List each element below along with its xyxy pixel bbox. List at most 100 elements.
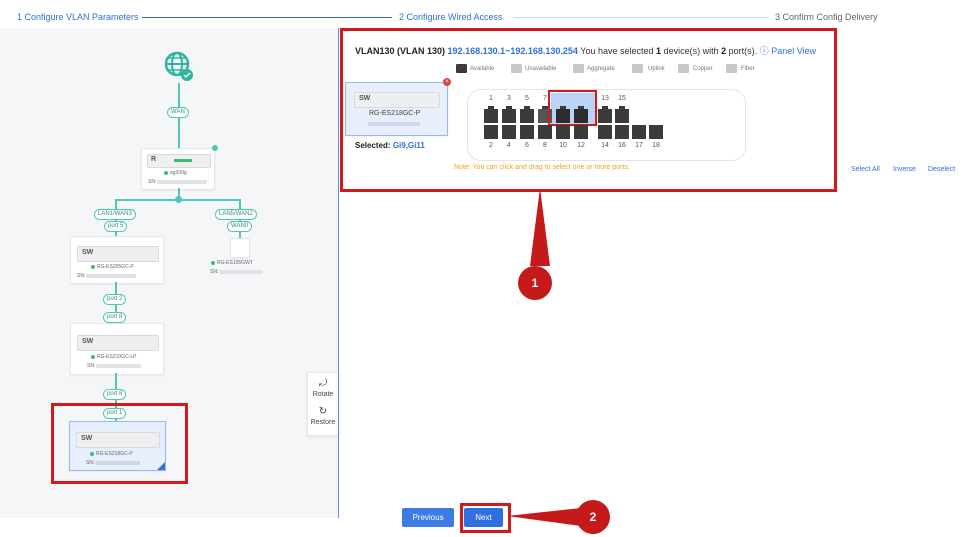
port-18[interactable] bbox=[649, 125, 663, 139]
previous-button[interactable]: Previous bbox=[402, 508, 454, 527]
inverse-link[interactable]: Inverse bbox=[893, 166, 916, 173]
port-1[interactable] bbox=[484, 106, 498, 123]
port-number: 14 bbox=[601, 142, 609, 149]
legend-copper-icon bbox=[678, 64, 689, 73]
deselect-link[interactable]: Deselect bbox=[928, 166, 955, 173]
port-6[interactable] bbox=[520, 125, 534, 139]
legend-available-icon bbox=[456, 64, 467, 73]
callout-pointer-2 bbox=[507, 508, 581, 526]
device-count: 1 bbox=[656, 46, 662, 56]
switch-card-1[interactable]: SW RG-ES205GC-P SN: bbox=[70, 236, 164, 284]
port-3[interactable] bbox=[502, 106, 516, 123]
port-number: 13 bbox=[601, 95, 609, 102]
panel-view-link[interactable]: Panel View bbox=[771, 46, 816, 56]
port-17[interactable] bbox=[632, 125, 646, 139]
port-label-lan-left: LAN1/WAN3 bbox=[94, 209, 136, 220]
switch-sn: SN: bbox=[77, 273, 86, 279]
switch-sn-value bbox=[95, 461, 140, 465]
port-5[interactable] bbox=[520, 106, 534, 123]
ap-sn-value bbox=[219, 270, 263, 274]
port-label-left: port 5 bbox=[104, 221, 128, 232]
port-number: 16 bbox=[618, 142, 626, 149]
next-button[interactable]: Next bbox=[464, 508, 503, 527]
switch-model: RG-ES210GC-LP bbox=[91, 354, 136, 360]
port-10[interactable] bbox=[556, 125, 570, 139]
step-line-1 bbox=[142, 17, 392, 18]
step-1[interactable]: 1 Configure VLAN Parameters bbox=[17, 12, 139, 22]
legend-uplink: Uplink bbox=[648, 66, 665, 72]
port-4[interactable] bbox=[502, 125, 516, 139]
router-letter: R bbox=[151, 156, 157, 163]
port-12[interactable] bbox=[574, 125, 588, 139]
selected-corner-icon bbox=[157, 462, 165, 470]
legend-aggregate-icon bbox=[573, 64, 584, 73]
switch-letter: SW bbox=[81, 435, 93, 442]
ap-device-image[interactable] bbox=[230, 238, 250, 258]
link-line bbox=[178, 83, 180, 153]
switch-letter: SW bbox=[82, 249, 94, 256]
junction-dot bbox=[175, 196, 182, 203]
port-number: 18 bbox=[652, 142, 660, 149]
switch-model: RG-ES205GC-P bbox=[91, 264, 134, 270]
router-badge-icon bbox=[212, 145, 218, 151]
restore-icon[interactable]: ↻ bbox=[308, 406, 338, 417]
port-16[interactable] bbox=[615, 125, 629, 139]
switch-model-text: RG-ES218GC-P bbox=[96, 451, 133, 457]
device-tile[interactable]: SW RG-ES218GC-P bbox=[345, 82, 448, 136]
device-tile-letter: SW bbox=[359, 95, 371, 102]
online-status-icon bbox=[91, 354, 95, 359]
callout-marker-2: 2 bbox=[576, 500, 610, 534]
topology-canvas[interactable]: WAN R eg209g SN: LAN1/WAN3 port 5 LAN5/W… bbox=[0, 28, 338, 518]
help-icon[interactable]: ⓘ bbox=[760, 46, 769, 56]
summary-text-a: You have selected bbox=[580, 46, 654, 56]
remove-device-icon[interactable]: × bbox=[443, 78, 451, 86]
port-number: 6 bbox=[525, 142, 529, 149]
rotate-icon[interactable]: ⤾ bbox=[308, 378, 338, 389]
port-14[interactable] bbox=[598, 125, 612, 139]
router-model: eg209g bbox=[164, 170, 187, 176]
restore-button[interactable]: Restore bbox=[308, 419, 338, 426]
summary-text-c: port(s). bbox=[728, 46, 758, 56]
router-card[interactable]: R eg209g SN: bbox=[141, 148, 215, 190]
legend-uplink-icon bbox=[632, 64, 643, 73]
router-sn-value bbox=[157, 180, 207, 184]
port-number: 3 bbox=[507, 95, 511, 102]
online-status-icon bbox=[211, 260, 215, 265]
port-13[interactable] bbox=[598, 106, 612, 123]
port-8[interactable] bbox=[538, 125, 552, 139]
internet-globe-icon bbox=[164, 51, 193, 81]
legend-available: Available bbox=[470, 66, 495, 72]
legend-fiber: Fiber bbox=[741, 66, 755, 72]
port-label: port 8 bbox=[103, 312, 127, 323]
selected-ports-highlight bbox=[548, 90, 597, 126]
vlan-name: VLAN130 (VLAN 130) bbox=[355, 46, 446, 56]
step-line-2 bbox=[514, 17, 769, 18]
router-status-leds bbox=[174, 159, 192, 162]
topology-tools: ⤾ Rotate ↻ Restore bbox=[307, 372, 339, 436]
port-label-right: WAN0 bbox=[227, 221, 253, 232]
step-3[interactable]: 3 Confirm Config Delivery bbox=[775, 12, 878, 22]
note-text: Note: You can click and drag to select o… bbox=[454, 164, 630, 171]
step-2[interactable]: 2 Configure Wired Access bbox=[399, 12, 503, 22]
router-model-text: eg209g bbox=[170, 170, 187, 176]
device-tile-sn bbox=[368, 122, 420, 126]
switch-sn-value bbox=[96, 364, 141, 368]
port-15[interactable] bbox=[615, 106, 629, 123]
switch-card-3[interactable]: SW RG-ES218GC-P SN: bbox=[69, 421, 166, 471]
switch-sn: SN: bbox=[87, 363, 96, 369]
online-status-icon bbox=[91, 264, 95, 269]
switch-sn-value bbox=[86, 274, 136, 278]
vlan-ip-range: 192.168.130.1~192.168.130.254 bbox=[447, 46, 578, 56]
port-2[interactable] bbox=[484, 125, 498, 139]
callout-marker-1: 1 bbox=[518, 266, 552, 300]
panel-divider bbox=[338, 28, 339, 518]
selected-ports: Gi9,Gi11 bbox=[392, 141, 425, 150]
legend-unavailable: Unavailable bbox=[525, 66, 557, 72]
rotate-button[interactable]: Rotate bbox=[308, 391, 338, 398]
switch-model-text: RG-ES210GC-LP bbox=[97, 354, 137, 360]
select-all-link[interactable]: Select All bbox=[851, 166, 880, 173]
switch-card-2[interactable]: SW RG-ES210GC-LP SN: bbox=[70, 323, 164, 375]
online-status-icon bbox=[90, 451, 94, 456]
switch-model: RG-ES218GC-P bbox=[90, 451, 133, 457]
switch-letter: SW bbox=[82, 338, 94, 345]
